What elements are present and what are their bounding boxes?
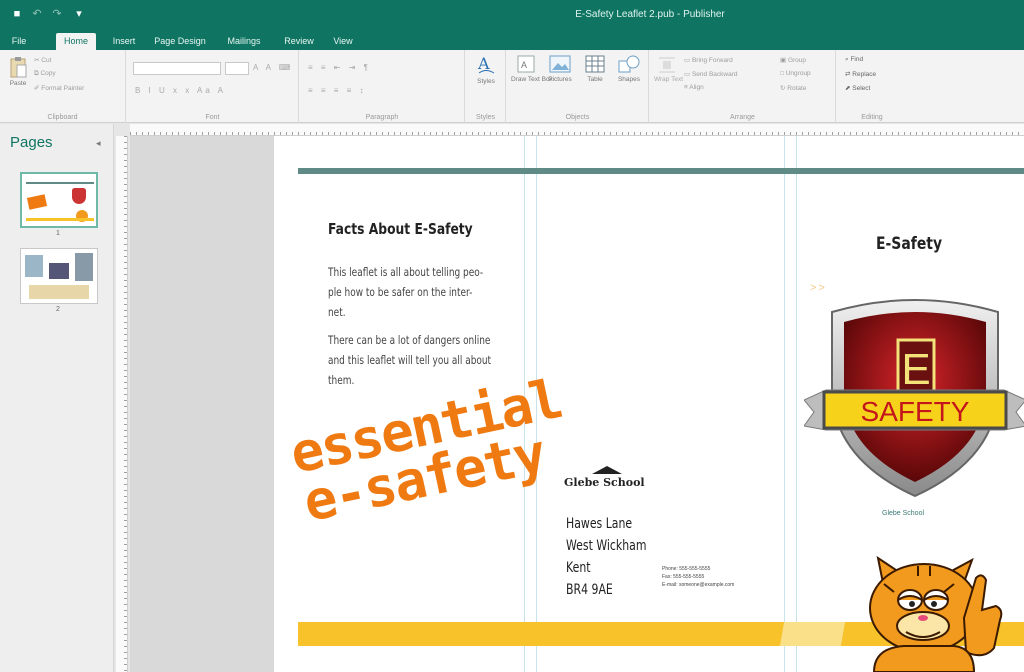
address-line-2[interactable]: West Wickham <box>566 538 646 554</box>
styles-group-label: Styles <box>475 114 496 121</box>
find-button[interactable]: ⌕ Find <box>845 56 863 64</box>
clipboard-group: Paste ✂ Cut ⧉ Copy ✐ Format Painter Clip… <box>0 50 126 123</box>
pane-collapse-icon[interactable]: ◂ <box>96 138 101 149</box>
font-name-combobox[interactable] <box>133 62 221 75</box>
clipboard-group-label: Clipboard <box>47 114 78 121</box>
bring-forward-button[interactable]: ▭ Bring Forward <box>684 56 733 64</box>
horizontal-ruler <box>130 124 1024 136</box>
replace-button[interactable]: ⇄ Replace <box>845 70 876 78</box>
arrange-group: Wrap Text ▭ Bring Forward ▭ Send Backwar… <box>650 50 836 123</box>
rotate-button[interactable]: ↻ Rotate <box>780 84 806 92</box>
badge-letter: E <box>901 345 930 394</box>
alignment-icons[interactable]: ≡ ≡ ≡ ≡ ↕ <box>308 86 367 95</box>
tab-home[interactable]: Home <box>56 33 96 50</box>
badge-word: SAFETY <box>861 396 970 427</box>
styles-group: A Styles Styles <box>466 50 506 123</box>
email-text[interactable]: E-mail: someone@example.com <box>662 582 734 588</box>
tab-insert[interactable]: Insert <box>110 33 138 50</box>
page-thumbnail-1[interactable] <box>20 172 98 228</box>
tab-mailings[interactable]: Mailings <box>224 33 264 50</box>
phone-text[interactable]: Phone: 555-555-5555 <box>662 566 710 572</box>
school-name[interactable]: Glebe School <box>564 476 645 489</box>
align-button[interactable]: ≡ Align <box>684 84 704 91</box>
group-button[interactable]: ▣ Group <box>780 56 806 64</box>
select-button[interactable]: ⬈ Select <box>845 84 870 92</box>
styles-icon: A <box>477 54 495 74</box>
window-title: E-Safety Leaflet 2.pub - Publisher <box>575 9 725 20</box>
table-button[interactable]: Table <box>581 54 609 83</box>
leaflet-page[interactable]: Facts About E-Safety This leaflet is all… <box>274 136 1024 672</box>
font-size-combobox[interactable] <box>225 62 249 75</box>
dangers-paragraph[interactable]: There can be a lot of dangers online and… <box>328 330 492 390</box>
font-group-label: Font <box>205 114 220 121</box>
essential-esafety-wordart[interactable]: essential e-safety <box>285 367 567 534</box>
ungroup-button[interactable]: □ Ungroup <box>780 70 811 77</box>
cartoon-cat-image[interactable] <box>844 548 1024 672</box>
page-number-1: 1 <box>56 230 60 237</box>
arrange-group-label: Arrange <box>730 114 755 121</box>
pages-pane-title: Pages <box>10 134 53 151</box>
undo-icon[interactable]: ↶ <box>30 7 44 21</box>
list-indent-icons[interactable]: ≡ ≡ ⇤ ⇥ ¶ <box>308 63 371 72</box>
tab-file[interactable]: File <box>8 33 30 50</box>
page-thumbnail-2[interactable] <box>20 248 98 304</box>
address-line-4[interactable]: BR4 9AE <box>566 582 613 598</box>
font-grow-shrink-icons[interactable]: A A ⌨ <box>253 63 293 72</box>
paragraph-group: ≡ ≡ ⇤ ⇥ ¶ ≡ ≡ ≡ ≡ ↕ Paragraph <box>300 50 465 123</box>
objects-group: A Draw Text Box Pictures Table Shapes Ob… <box>507 50 649 123</box>
format-painter-button[interactable]: ✐ Format Painter <box>34 84 84 92</box>
styles-button[interactable]: A Styles <box>472 54 500 85</box>
text-box-icon: A <box>517 55 535 73</box>
paragraph-group-label: Paragraph <box>365 114 399 121</box>
copy-button[interactable]: ⧉ Copy <box>34 70 56 78</box>
send-backward-button[interactable]: ▭ Send Backward <box>684 70 737 78</box>
font-format-icons[interactable]: B I U x x Aa A <box>135 86 226 95</box>
esafety-heading[interactable]: E-Safety <box>876 234 942 254</box>
paste-icon <box>10 57 27 78</box>
tab-page-design[interactable]: Page Design <box>152 33 208 50</box>
svg-text:A: A <box>521 60 527 70</box>
vertical-ruler <box>116 136 128 672</box>
pictures-icon <box>549 55 571 73</box>
intro-paragraph[interactable]: This leaflet is all about telling peo- p… <box>328 262 492 322</box>
school-logo-icon <box>592 466 622 474</box>
top-accent-bar <box>298 168 1024 174</box>
redo-icon[interactable]: ↷ <box>50 7 64 21</box>
shapes-icon <box>618 55 640 73</box>
page-number-2: 2 <box>56 306 60 313</box>
address-line-3[interactable]: Kent <box>566 560 591 576</box>
font-group: A A ⌨ B I U x x Aa A Font <box>127 50 299 123</box>
tab-view[interactable]: View <box>330 33 356 50</box>
table-icon <box>585 55 605 73</box>
document-canvas: Facts About E-Safety This leaflet is all… <box>130 136 1024 672</box>
quick-access-customize-icon[interactable]: ▾ <box>72 7 86 21</box>
publisher-window: ■ ↶ ↷ ▾ E-Safety Leaflet 2.pub - Publish… <box>0 0 1024 672</box>
objects-group-label: Objects <box>565 114 590 121</box>
pictures-button[interactable]: Pictures <box>545 54 575 83</box>
pages-pane: Pages ◂ 1 2 <box>0 124 114 672</box>
wrap-text-icon <box>659 57 675 73</box>
address-line-1[interactable]: Hawes Lane <box>566 516 632 532</box>
column-guide <box>796 136 797 672</box>
save-icon[interactable]: ■ <box>10 7 24 21</box>
ribbon-tabs: File Home Insert Page Design Mailings Re… <box>0 30 1024 50</box>
editing-group: ⌕ Find ⇄ Replace ⬈ Select Editing <box>837 50 907 123</box>
column-guide <box>784 136 785 672</box>
draw-text-box-button[interactable]: A Draw Text Box <box>511 54 553 83</box>
ribbon: Paste ✂ Cut ⧉ Copy ✐ Format Painter Clip… <box>0 50 1024 123</box>
fax-text[interactable]: Fax: 555-555-5555 <box>662 574 704 580</box>
shapes-button[interactable]: Shapes <box>613 54 645 83</box>
facts-heading[interactable]: Facts About E-Safety <box>328 220 473 238</box>
school-name-small[interactable]: Glebe School <box>882 510 924 517</box>
cut-button[interactable]: ✂ Cut <box>34 56 51 64</box>
editing-group-label: Editing <box>861 114 883 121</box>
title-bar: ■ ↶ ↷ ▾ E-Safety Leaflet 2.pub - Publish… <box>0 0 1024 30</box>
esafety-shield-image[interactable]: E SAFETY <box>804 288 1024 500</box>
tab-review[interactable]: Review <box>282 33 316 50</box>
paste-button[interactable]: Paste <box>6 56 30 87</box>
wrap-text-button[interactable]: Wrap Text <box>654 56 683 83</box>
